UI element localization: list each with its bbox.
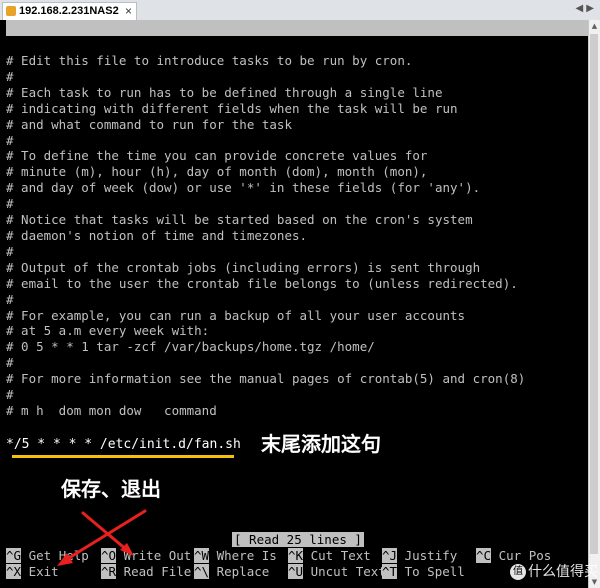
watermark: 值什么值得买 bbox=[470, 560, 598, 584]
shortcut-label: Get Help bbox=[21, 548, 89, 563]
shortcut-key: ^J bbox=[382, 548, 398, 563]
file-line[interactable]: # Edit this file to introduce tasks to b… bbox=[6, 53, 589, 69]
shortcut-key: ^R bbox=[101, 564, 117, 579]
shortcut-key: ^U bbox=[288, 564, 304, 579]
nano-version: GNU nano 3.2 bbox=[20, 36, 111, 51]
shortcut-key: ^\ bbox=[194, 564, 210, 579]
file-line[interactable]: # bbox=[6, 133, 589, 149]
shortcut-label: Replace bbox=[209, 564, 270, 579]
shortcut-label: Cut Text bbox=[303, 548, 371, 563]
watermark-logo-icon: 值 bbox=[510, 564, 526, 580]
added-cron-line[interactable]: */5 * * * * /etc/init.d/fan.sh bbox=[6, 436, 241, 454]
shortcut-label: Exit bbox=[21, 564, 59, 579]
file-line[interactable]: # minute (m), hour (h), day of month (do… bbox=[6, 164, 589, 180]
watermark-text: 什么值得买 bbox=[528, 564, 598, 580]
file-line[interactable]: # 0 5 * * 1 tar -zcf /var/backups/home.t… bbox=[6, 339, 589, 355]
shortcut-label: To Spell bbox=[397, 564, 465, 579]
shortcut-where-is[interactable]: ^W Where Is bbox=[194, 548, 277, 563]
shortcut-cut-text[interactable]: ^K Cut Text bbox=[288, 548, 371, 563]
terminal-window[interactable]: GNU nano 3.2 /tmp/crontab.BUVvor/crontab… bbox=[0, 20, 600, 588]
shortcut-label: Read File bbox=[116, 564, 192, 579]
file-line[interactable]: # bbox=[6, 292, 589, 308]
shortcut-key: ^O bbox=[101, 548, 117, 563]
file-line[interactable]: # and what command to run for the task bbox=[6, 117, 589, 133]
session-tab[interactable]: 192.168.2.231NAS2 × bbox=[2, 2, 137, 20]
shortcut-key: ^W bbox=[194, 548, 210, 563]
session-tab-label: 192.168.2.231NAS2 bbox=[19, 5, 119, 17]
file-line[interactable]: # email to the user the crontab file bel… bbox=[6, 276, 589, 292]
scroll-up-icon[interactable]: ▲ bbox=[589, 20, 600, 32]
status-message: [ Read 25 lines ] bbox=[232, 532, 364, 547]
terminal-session-icon bbox=[6, 6, 16, 16]
file-line[interactable]: # indicating with different fields when … bbox=[6, 101, 589, 117]
shortcut-label: Uncut Text bbox=[303, 564, 386, 579]
shortcut-key: ^K bbox=[288, 548, 304, 563]
shortcut-get-help[interactable]: ^G Get Help bbox=[6, 548, 89, 563]
file-line[interactable]: # at 5 a.m every week with: bbox=[6, 323, 589, 339]
shortcut-label: Where Is bbox=[209, 548, 277, 563]
shortcut-label: Justify bbox=[397, 548, 458, 563]
shortcut-write-out[interactable]: ^O Write Out bbox=[101, 548, 191, 563]
file-content[interactable]: # Edit this file to introduce tasks to b… bbox=[6, 53, 589, 435]
file-line[interactable]: # bbox=[6, 196, 589, 212]
nano-title-bar: GNU nano 3.2 /tmp/crontab.BUVvor/crontab bbox=[6, 20, 589, 67]
highlight-underline bbox=[12, 455, 234, 458]
tab-scroll-arrows-icon[interactable]: ◀ ▶ bbox=[566, 1, 594, 17]
annotation-append-at-end: 末尾添加这句 bbox=[261, 432, 381, 456]
shortcut-key: ^T bbox=[382, 564, 398, 579]
shortcut-to-spell[interactable]: ^T To Spell bbox=[382, 564, 465, 579]
file-line[interactable]: # Each task to run has to be defined thr… bbox=[6, 85, 589, 101]
file-line[interactable]: # bbox=[6, 244, 589, 260]
file-line[interactable]: # bbox=[6, 387, 589, 403]
close-icon[interactable]: × bbox=[125, 3, 132, 20]
file-line[interactable]: # bbox=[6, 355, 589, 371]
shortcut-replace[interactable]: ^\ Replace bbox=[194, 564, 269, 579]
scroll-thumb[interactable] bbox=[590, 34, 598, 554]
file-line[interactable]: # bbox=[6, 69, 589, 85]
shortcut-justify[interactable]: ^J Justify bbox=[382, 548, 457, 563]
file-line[interactable]: # m h dom mon dow command bbox=[6, 403, 589, 419]
shortcut-label: Write Out bbox=[116, 548, 192, 563]
vertical-scrollbar[interactable]: ▲ ▼ bbox=[588, 20, 600, 588]
annotation-save-exit: 保存、退出 bbox=[61, 477, 161, 501]
window-tab-bar: 192.168.2.231NAS2 × ◀ ▶ bbox=[0, 0, 600, 21]
shortcut-read-file[interactable]: ^R Read File bbox=[101, 564, 191, 579]
file-line[interactable]: # and day of week (dow) or use '*' in th… bbox=[6, 180, 589, 196]
shortcut-key: ^X bbox=[6, 564, 22, 579]
shortcut-uncut-text[interactable]: ^U Uncut Text bbox=[288, 564, 386, 579]
file-line[interactable]: # daemon's notion of time and timezones. bbox=[6, 228, 589, 244]
file-line[interactable]: # Notice that tasks will be started base… bbox=[6, 212, 589, 228]
file-line[interactable]: # For example, you can run a backup of a… bbox=[6, 308, 589, 324]
shortcut-exit[interactable]: ^X Exit bbox=[6, 564, 59, 579]
file-line[interactable]: # For more information see the manual pa… bbox=[6, 371, 589, 387]
file-line[interactable]: # To define the time you can provide con… bbox=[6, 148, 589, 164]
shortcut-key: ^G bbox=[6, 548, 22, 563]
file-line[interactable]: # Output of the crontab jobs (including … bbox=[6, 260, 589, 276]
